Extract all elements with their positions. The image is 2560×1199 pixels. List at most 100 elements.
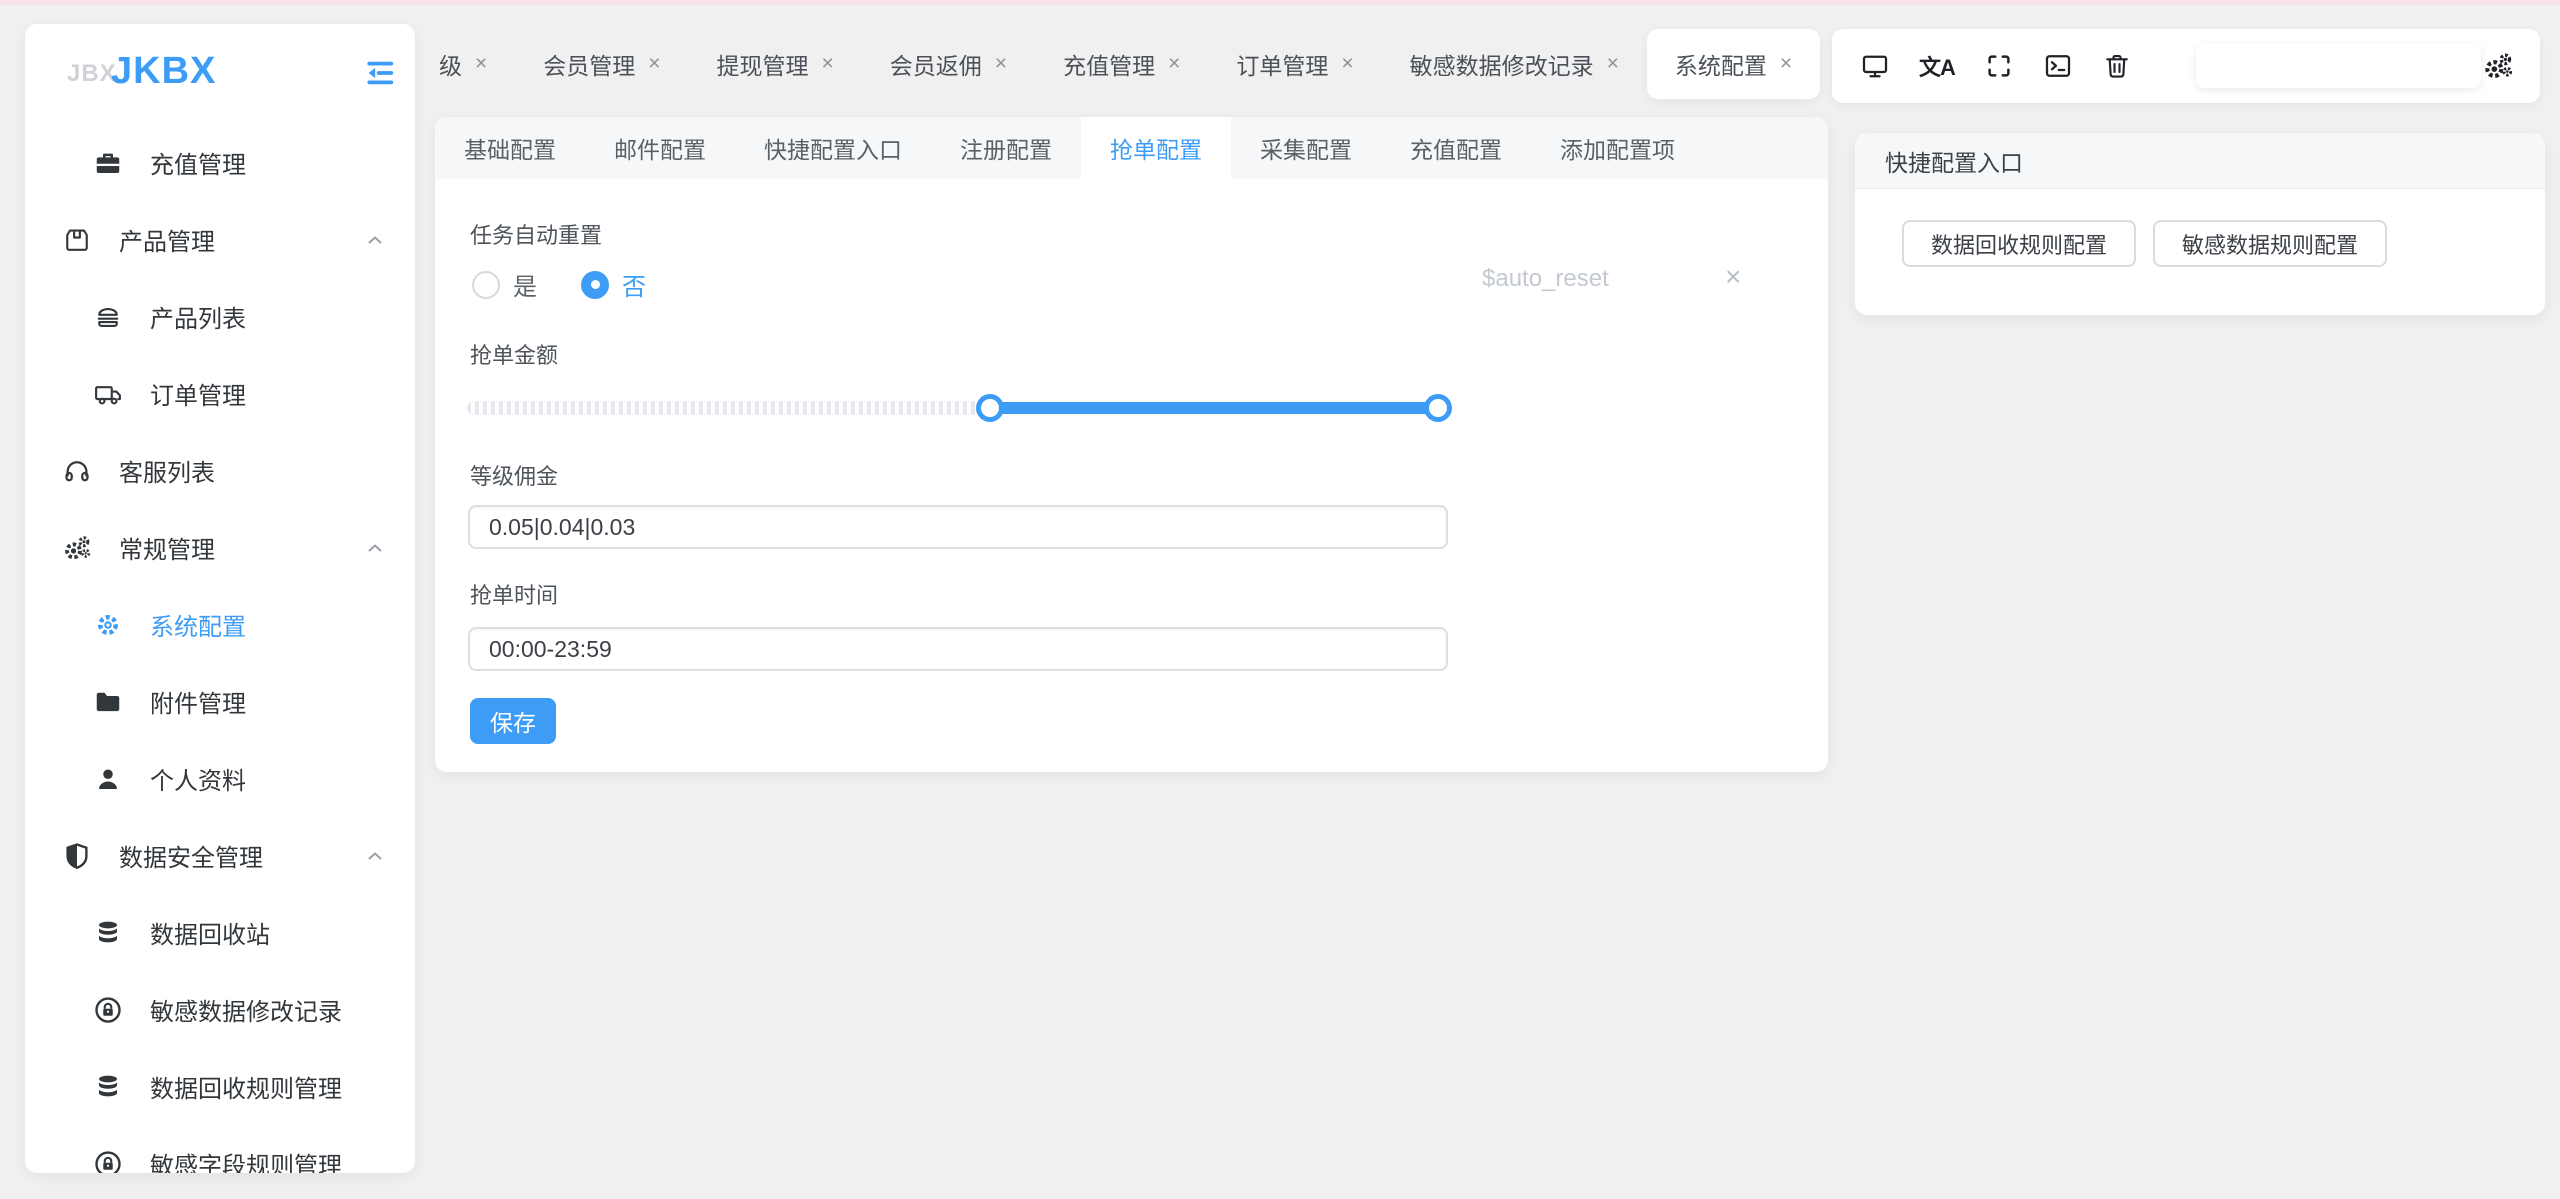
monitor-icon[interactable] xyxy=(1860,51,1890,81)
toolbar: 文A xyxy=(1832,29,2540,103)
close-icon[interactable]: × xyxy=(822,52,834,76)
config-tab-basic-config[interactable]: 基础配置 xyxy=(435,117,585,179)
close-icon[interactable]: × xyxy=(995,52,1007,76)
close-icon[interactable]: × xyxy=(475,52,487,76)
config-tab-grab-order-config[interactable]: 抢单配置 xyxy=(1081,117,1231,179)
data-recycle-rule-config-button[interactable]: 数据回收规则配置 xyxy=(1902,220,2136,267)
slider-handle-start[interactable] xyxy=(976,394,1004,422)
quick-config-panel-title: 快捷配置入口 xyxy=(1855,133,2545,189)
sidebar-item-label: 充值管理 xyxy=(150,145,246,180)
open-tab-order-management[interactable]: 订单管理 × xyxy=(1208,29,1381,99)
commission-input[interactable] xyxy=(468,505,1448,549)
sidebar-item-profile[interactable]: 个人资料 xyxy=(25,740,415,817)
slider-filled-track[interactable] xyxy=(990,402,1438,414)
config-tab-mail-config[interactable]: 邮件配置 xyxy=(585,117,735,179)
open-tab-withdraw-management[interactable]: 提现管理× xyxy=(689,29,862,99)
slider-handle-end[interactable] xyxy=(1424,394,1452,422)
sidebar-item-label: 数据回收规则管理 xyxy=(150,1069,342,1104)
trash-icon[interactable] xyxy=(2102,51,2132,81)
sidebar-item-order-management[interactable]: 订单管理 xyxy=(25,355,415,432)
user-icon xyxy=(93,764,123,794)
collapse-sidebar-icon[interactable] xyxy=(363,56,397,90)
close-icon[interactable]: × xyxy=(1607,52,1619,76)
config-tab-add-config-item[interactable]: 添加配置项 xyxy=(1531,117,1704,179)
app-root: JBX JKBX 充值管理产品管理产品列表订单管理客服列表常规管理系统配置附件管… xyxy=(0,0,2560,1199)
logo-ghost-text: JBX xyxy=(67,60,117,88)
chevron-up-icon xyxy=(363,536,387,560)
config-tab-register-config[interactable]: 注册配置 xyxy=(931,117,1081,179)
clear-icon[interactable]: × xyxy=(1725,261,1741,293)
close-icon[interactable]: × xyxy=(1780,52,1792,76)
toolbar-search-input[interactable] xyxy=(2196,44,2481,88)
shield-icon xyxy=(62,841,92,871)
sensitive-data-rule-config-button[interactable]: 敏感数据规则配置 xyxy=(2153,220,2387,267)
sidebar: JBX JKBX 充值管理产品管理产品列表订单管理客服列表常规管理系统配置附件管… xyxy=(25,24,415,1173)
sidebar-item-label: 常规管理 xyxy=(119,530,215,565)
sidebar-item-label: 数据回收站 xyxy=(150,915,270,950)
commission-label: 等级佣金 xyxy=(470,459,558,491)
close-icon[interactable]: × xyxy=(1168,52,1180,76)
sidebar-item-system-config[interactable]: 系统配置 xyxy=(25,586,415,663)
briefcase-icon xyxy=(93,148,123,178)
terminal-icon[interactable] xyxy=(2043,51,2073,81)
open-tab-recharge-management[interactable]: 充值管理× xyxy=(1035,29,1208,99)
sidebar-item-data-security-management[interactable]: 数据安全管理 xyxy=(25,817,415,894)
auto-reset-option-1[interactable]: 否 xyxy=(581,267,646,302)
grab-time-label: 抢单时间 xyxy=(470,578,558,610)
auto-reset-radio-group: 是否 xyxy=(472,267,646,302)
headphones-icon xyxy=(62,456,92,486)
sidebar-item-customer-service-list[interactable]: 客服列表 xyxy=(25,432,415,509)
close-icon[interactable]: × xyxy=(648,52,660,76)
config-tab-collect-config[interactable]: 采集配置 xyxy=(1231,117,1381,179)
fullscreen-icon[interactable] xyxy=(1984,51,2014,81)
tab-label: 级 xyxy=(439,47,462,81)
save-button[interactable]: 保存 xyxy=(470,698,556,744)
quick-config-panel: 快捷配置入口 数据回收规则配置敏感数据规则配置 xyxy=(1855,133,2545,315)
truck-icon xyxy=(93,379,123,409)
database-icon xyxy=(93,1072,123,1102)
sidebar-item-label: 敏感字段规则管理 xyxy=(150,1146,342,1173)
folder-icon xyxy=(93,687,123,717)
radio-label: 否 xyxy=(622,267,646,302)
sidebar-item-recharge-management[interactable]: 充值管理 xyxy=(25,124,415,201)
app-logo: JKBX xyxy=(111,50,216,93)
gear-icon xyxy=(93,610,123,640)
config-tab-quick-config-entry[interactable]: 快捷配置入口 xyxy=(735,117,931,179)
tab-label: 敏感数据修改记录 xyxy=(1410,47,1594,81)
sidebar-item-data-recycle-bin[interactable]: 数据回收站 xyxy=(25,894,415,971)
translate-icon[interactable]: 文A xyxy=(1919,51,1955,81)
sidebar-item-product-management[interactable]: 产品管理 xyxy=(25,201,415,278)
settings-gears-icon[interactable] xyxy=(2482,50,2514,82)
sidebar-item-product-list[interactable]: 产品列表 xyxy=(25,278,415,355)
open-tab-member-management[interactable]: 会员管理× xyxy=(515,29,688,99)
open-tab-member-rebate[interactable]: 会员返佣× xyxy=(862,29,1035,99)
open-tabs-bar: 级×会员管理×提现管理×会员返佣×充值管理×订单管理×敏感数据修改记录×系统配置… xyxy=(411,29,1820,99)
sidebar-item-label: 个人资料 xyxy=(150,761,246,796)
sidebar-item-general-management[interactable]: 常规管理 xyxy=(25,509,415,586)
auto-reset-option-0[interactable]: 是 xyxy=(472,267,537,302)
sidebar-item-label: 订单管理 xyxy=(150,376,246,411)
sidebar-item-data-recycle-rules[interactable]: 数据回收规则管理 xyxy=(25,1048,415,1125)
slider-rail[interactable] xyxy=(467,401,990,415)
open-tab-system-config[interactable]: 系统配置× xyxy=(1647,29,1820,99)
open-tab-sensitive-data-change-log[interactable]: 敏感数据修改记录 × xyxy=(1382,29,1647,99)
package-icon xyxy=(62,225,92,255)
sidebar-item-label: 产品列表 xyxy=(150,299,246,334)
burger-icon xyxy=(93,302,123,332)
tab-label: 订单管理 xyxy=(1236,47,1328,81)
grab-amount-label: 抢单金额 xyxy=(470,338,558,370)
grab-time-input[interactable] xyxy=(468,627,1448,671)
open-tab-truncated-level[interactable]: 级× xyxy=(411,29,515,99)
quick-config-buttons: 数据回收规则配置敏感数据规则配置 xyxy=(1855,189,2545,267)
radio-checked-icon[interactable] xyxy=(581,271,609,299)
sidebar-item-sensitive-field-rules[interactable]: 敏感字段规则管理 xyxy=(25,1125,415,1173)
sidebar-item-sensitive-data-change-log[interactable]: 敏感数据修改记录 xyxy=(25,971,415,1048)
sidebar-item-label: 客服列表 xyxy=(119,453,215,488)
sidebar-item-label: 敏感数据修改记录 xyxy=(150,992,342,1027)
radio-label: 是 xyxy=(513,267,537,302)
sidebar-item-attachment-management[interactable]: 附件管理 xyxy=(25,663,415,740)
close-icon[interactable]: × xyxy=(1341,52,1353,76)
content-card: 基础配置邮件配置快捷配置入口注册配置抢单配置采集配置充值配置添加配置项 任务自动… xyxy=(435,117,1828,772)
radio-unchecked-icon[interactable] xyxy=(472,271,500,299)
config-tab-recharge-config[interactable]: 充值配置 xyxy=(1381,117,1531,179)
